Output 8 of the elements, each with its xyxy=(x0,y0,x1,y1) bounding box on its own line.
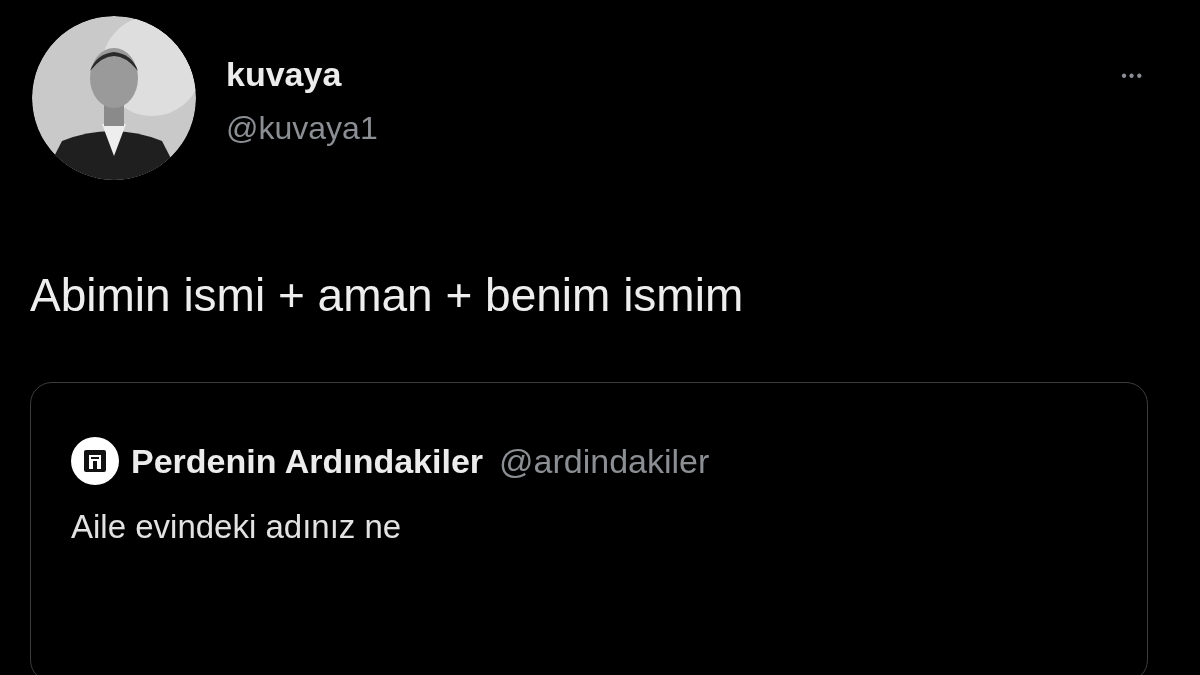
user-handle: @kuvaya1 xyxy=(226,109,378,148)
more-button[interactable]: ••• xyxy=(1121,64,1144,88)
tweet-text: Abimin ismi + aman + benim ismim xyxy=(30,268,745,322)
quoted-display-name: Perdenin Ardındakiler xyxy=(131,441,484,481)
quoted-user-handle: @ardindakiler xyxy=(499,441,710,481)
display-name: kuvaya xyxy=(226,54,343,94)
quoted-tweet-text: Aile evindeki adınız ne xyxy=(71,507,403,547)
logo-icon xyxy=(71,437,119,485)
